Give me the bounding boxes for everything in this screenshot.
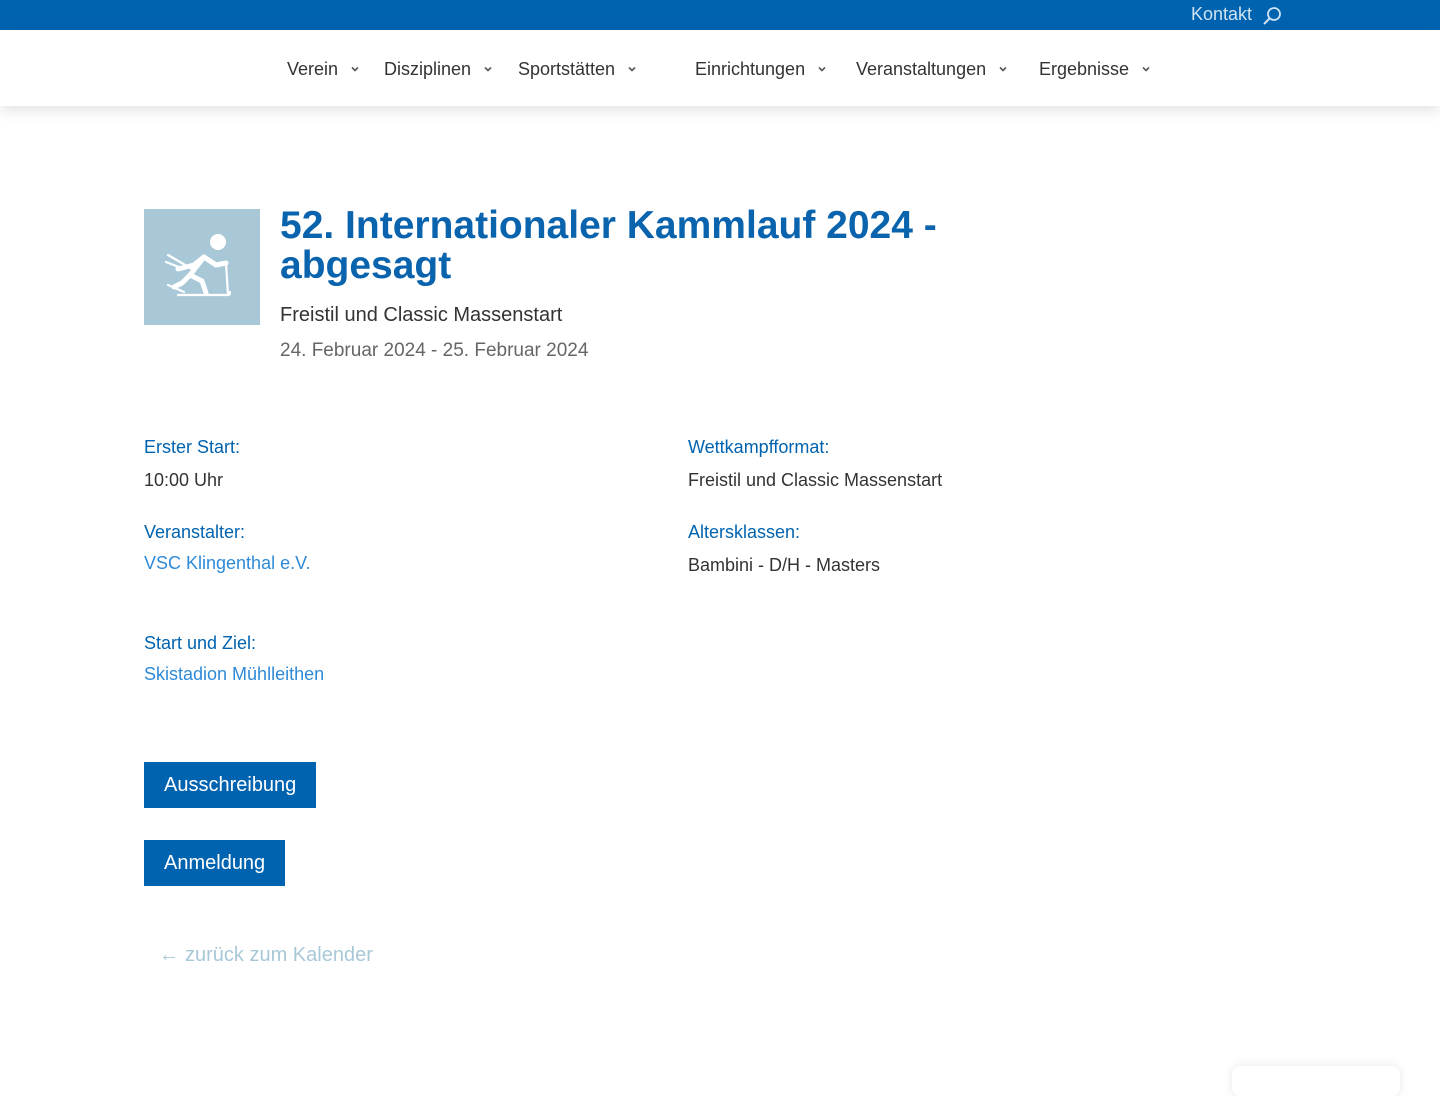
nav-item-ergebnisse[interactable]: Ergebnisse (1039, 57, 1151, 81)
cross-country-skier-icon (164, 234, 232, 297)
venue-label: Start und Ziel: (144, 633, 257, 653)
arrow-left-icon: ← (159, 944, 179, 966)
chevron-down-icon (999, 66, 1007, 72)
main-navigation: Verein Disziplinen Sportstätten Einricht… (0, 30, 1440, 106)
chevron-down-icon (628, 66, 636, 72)
age-classes-value: Bambini - D/H - Masters (688, 555, 881, 575)
chevron-down-icon (818, 66, 826, 72)
chevron-down-icon (484, 66, 492, 72)
registration-button[interactable]: Anmeldung (144, 840, 286, 886)
back-to-calendar-link[interactable]: ← zurück zum Kalender (159, 944, 373, 967)
organizer-label: Veranstalter: (144, 522, 246, 542)
age-classes-label: Altersklassen: (688, 522, 801, 542)
event-subtitle: Freistil und Classic Massenstart (280, 304, 563, 326)
competition-format-label: Wettkampfformat: (688, 437, 830, 457)
nav-item-disziplinen[interactable]: Disziplinen (384, 57, 493, 81)
first-start-value: 10:00 Uhr (144, 470, 224, 490)
top-bar: Kontakt (0, 0, 1440, 30)
back-link-label: zurück zum Kalender (185, 944, 373, 966)
nav-item-veranstaltungen[interactable]: Veranstaltungen (856, 57, 1008, 81)
organizer-link[interactable]: VSC Klingenthal e.V. (144, 553, 310, 574)
chevron-down-icon (1142, 66, 1150, 72)
nav-item-label: Veranstaltungen (856, 58, 987, 79)
event-title: 52. Internationaler Kammlauf 2024 -abges… (280, 204, 937, 287)
nav-item-label: Disziplinen (384, 58, 472, 79)
nav-item-label: Einrichtungen (695, 58, 806, 79)
search-icon[interactable] (1262, 6, 1282, 26)
discipline-tile (144, 209, 260, 325)
tender-button[interactable]: Ausschreibung (144, 762, 317, 808)
contact-link[interactable]: Kontakt (1191, 4, 1252, 25)
chevron-down-icon (351, 66, 359, 72)
nav-item-einrichtungen[interactable]: Einrichtungen (695, 57, 827, 81)
nav-item-sportstaetten[interactable]: Sportstätten (518, 57, 637, 81)
nav-item-label: Ergebnisse (1039, 58, 1130, 79)
event-dates: 24. Februar 2024 - 25. Februar 2024 (280, 340, 589, 361)
first-start-label: Erster Start: (144, 437, 241, 457)
nav-item-label: Verein (287, 58, 339, 79)
venue-link[interactable]: Skistadion Mühlleithen (144, 664, 324, 685)
nav-item-verein[interactable]: Verein (287, 57, 360, 81)
nav-item-label: Sportstätten (518, 58, 616, 79)
competition-format-value: Freistil und Classic Massenstart (688, 470, 943, 490)
floating-widget[interactable] (1232, 1066, 1400, 1096)
